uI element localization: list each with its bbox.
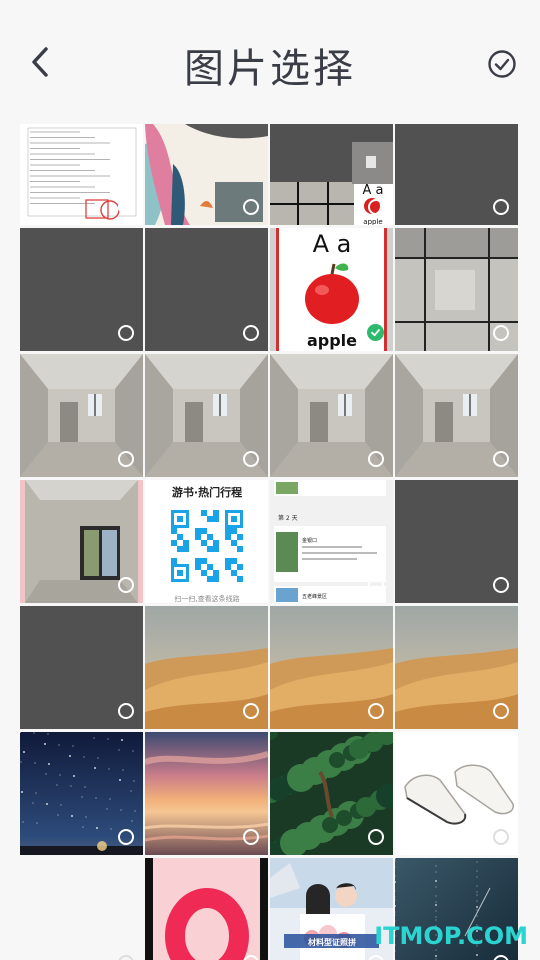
photo-thumbnail[interactable] [270,354,393,477]
photo-thumbnail[interactable] [145,354,268,477]
select-circle-icon[interactable] [493,829,509,845]
photo-thumbnail[interactable] [395,480,518,603]
photo-thumbnail[interactable] [20,732,143,855]
select-circle-icon[interactable] [493,199,509,215]
select-circle-icon[interactable] [118,199,134,215]
select-circle-icon[interactable] [118,955,134,960]
check-circle-icon [488,50,516,78]
photo-image [145,858,268,960]
svg-text:五老峰景区: 五老峰景区 [302,593,327,600]
photo-thumbnail[interactable]: 第 2 天 金银口 五老峰景区 [270,480,393,603]
select-circle-icon[interactable] [243,829,259,845]
photo-thumbnail[interactable] [20,606,143,729]
photo-thumbnail[interactable] [270,732,393,855]
select-circle-icon[interactable] [493,703,509,719]
confirm-button[interactable] [484,46,520,82]
photo-thumbnail[interactable] [20,480,143,603]
select-circle-icon[interactable] [368,829,384,845]
select-circle-icon[interactable] [368,451,384,467]
photo-thumbnail[interactable]: A a apple [270,124,393,225]
photo-thumbnail[interactable] [395,124,518,225]
select-circle-icon[interactable] [243,325,259,341]
svg-text:游书·热门行程: 游书·热门行程 [172,485,242,499]
select-circle-icon[interactable] [243,199,259,215]
photo-thumbnail[interactable] [145,606,268,729]
page-title: 图片选择 [184,46,356,92]
photo-thumbnail[interactable]: A a apple [270,228,393,351]
select-circle-icon[interactable] [118,451,134,467]
selected-check-icon[interactable] [367,324,384,341]
svg-text:A a: A a [313,230,352,258]
svg-text:材料型证照拼: 材料型证照拼 [308,937,356,947]
photo-thumbnail[interactable] [395,228,518,351]
select-circle-icon[interactable] [118,829,134,845]
select-circle-icon[interactable] [493,577,509,593]
photo-thumbnail[interactable] [20,228,143,351]
photo-thumbnail[interactable] [145,732,268,855]
watermark-logo: ITMOP.COM [374,922,528,950]
photo-thumbnail[interactable] [20,124,143,225]
photo-thumbnail[interactable] [145,124,268,225]
photo-thumbnail[interactable] [145,228,268,351]
select-circle-icon[interactable] [118,325,134,341]
select-circle-icon[interactable] [243,577,259,593]
photo-grid: A a apple A a apple 游书·热门行程 扫一扫,查看这条线路 第… [20,124,522,960]
photo-thumbnail[interactable] [20,354,143,477]
svg-text:扫一扫,查看这条线路: 扫一扫,查看这条线路 [174,594,239,603]
photo-thumbnail[interactable] [395,732,518,855]
svg-text:第 2 天: 第 2 天 [278,514,298,522]
svg-text:金银口: 金银口 [302,537,317,544]
select-circle-icon[interactable] [118,703,134,719]
select-circle-icon[interactable] [368,199,384,215]
select-circle-icon[interactable] [243,703,259,719]
header: 图片选择 [0,0,540,124]
photo-thumbnail[interactable]: 游书·热门行程 扫一扫,查看这条线路 [145,480,268,603]
photo-thumbnail[interactable] [20,858,143,960]
select-circle-icon[interactable] [118,577,134,593]
photo-thumbnail[interactable] [395,354,518,477]
photo-thumbnail[interactable] [145,858,268,960]
svg-text:apple: apple [363,218,382,225]
select-circle-icon[interactable] [368,577,384,593]
select-circle-icon[interactable] [493,325,509,341]
select-circle-icon[interactable] [243,451,259,467]
photo-thumbnail[interactable] [395,606,518,729]
select-circle-icon[interactable] [368,703,384,719]
svg-text:apple: apple [307,331,357,350]
select-circle-icon[interactable] [493,451,509,467]
photo-thumbnail[interactable] [270,606,393,729]
svg-text:A a: A a [363,183,384,198]
